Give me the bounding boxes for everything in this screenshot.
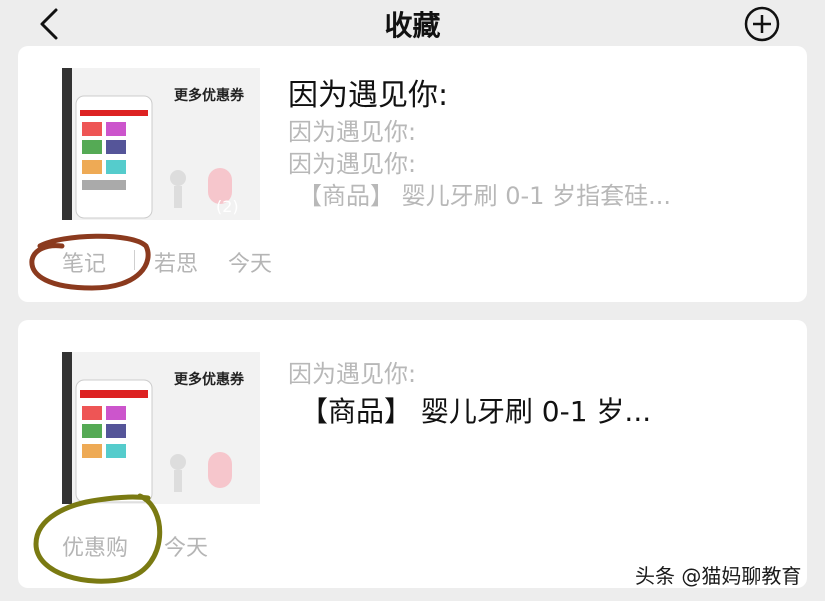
thumbnail-image: 更多优惠券 [62, 352, 260, 504]
hand-drawn-circle-annotation [33, 493, 163, 584]
card-line: 【商品】 婴儿牙刷 0-1 岁指套硅... [298, 182, 671, 210]
card-subtitle: 因为遇见你: [288, 360, 417, 388]
favorite-card-note[interactable]: 更多优惠券 (2) 因为遇见你: 因为遇见你: 因为遇见你: 【商品】 婴儿牙刷… [18, 46, 807, 302]
thumbnail-headline: 更多优惠券 [174, 87, 245, 104]
card-line: 因为遇见你: [288, 118, 417, 146]
time-label: 今天 [228, 252, 273, 277]
top-navbar: 收藏 [0, 0, 825, 50]
thumbnail-headline: 更多优惠券 [174, 371, 245, 388]
favorite-card-deal[interactable]: 更多优惠券 因为遇见你: 【商品】 婴儿牙刷 0-1 岁... 优惠购 今天 [18, 320, 807, 588]
card-product: 【商品】 婴儿牙刷 0-1 岁... [300, 395, 652, 428]
thumbnail-image: 更多优惠券 (2) [62, 68, 260, 220]
thumbnail-count: (2) [216, 197, 239, 216]
card-title: 因为遇见你: [288, 78, 449, 113]
watermark-text: 头条 @猫妈聊教育 [635, 564, 802, 588]
card-line: 因为遇见你: [288, 150, 417, 178]
plus-circle-icon [744, 6, 780, 42]
author-label: 若思 [154, 252, 199, 277]
page-title: 收藏 [384, 9, 441, 42]
card-thumbnail[interactable]: 更多优惠券 [62, 352, 260, 504]
card-thumbnail[interactable]: 更多优惠券 (2) [62, 68, 260, 220]
hand-drawn-circle-annotation [29, 233, 151, 291]
add-button[interactable] [740, 6, 784, 42]
